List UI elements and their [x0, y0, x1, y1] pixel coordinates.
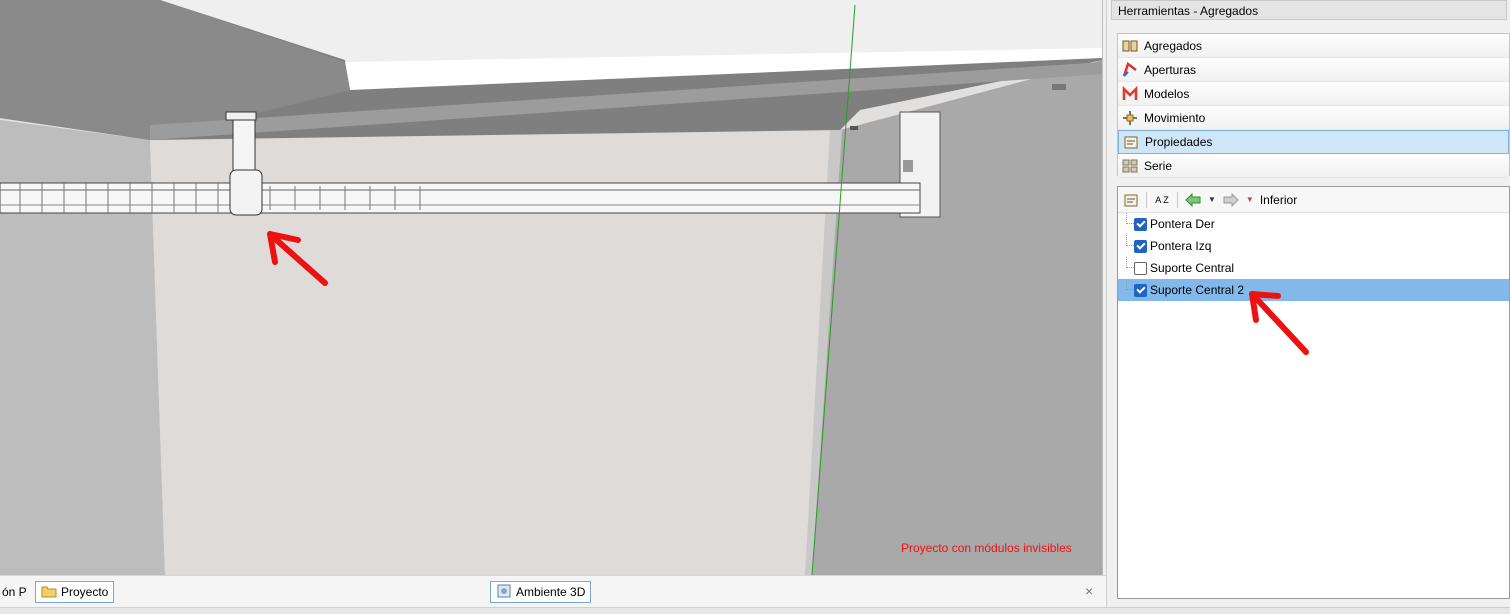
tree-connector	[1126, 213, 1134, 224]
tab-ambiente-label: Ambiente 3D	[516, 585, 586, 599]
tab-ambiente-3d[interactable]: Ambiente 3D	[490, 581, 592, 603]
modelos-icon	[1122, 85, 1138, 102]
tree-item-label: Suporte Central 2	[1150, 283, 1245, 297]
tool-aperturas-label: Aperturas	[1144, 62, 1197, 77]
toolbar-separator	[1146, 191, 1147, 208]
tree-item-label: Suporte Central	[1150, 261, 1235, 275]
status-strip	[0, 607, 1510, 614]
tree-item-label: Pontera Izq	[1150, 239, 1212, 253]
viewport-3d[interactable]: Proyecto con módulos invisibles	[0, 0, 1103, 575]
tool-agregados[interactable]: Agregados	[1118, 34, 1509, 58]
tool-propiedades-label: Propiedades	[1145, 135, 1213, 149]
tree-item-suporte-central-2[interactable]: Suporte Central 2	[1118, 279, 1509, 301]
tool-movimiento-label: Movimiento	[1144, 110, 1206, 125]
tree-connector	[1126, 279, 1134, 290]
serie-icon	[1122, 158, 1138, 174]
tool-modelos[interactable]: Modelos	[1118, 82, 1509, 106]
tree-item-pontera-izq[interactable]: Pontera Izq	[1118, 235, 1509, 257]
properties-toolbar: A Z ▼ ▼ Inferior	[1118, 187, 1509, 213]
panel-title: Herramientas - Agregados	[1111, 0, 1507, 20]
tool-serie-label: Serie	[1144, 158, 1173, 173]
propiedades-icon	[1123, 134, 1139, 150]
tool-modelos-label: Modelos	[1144, 86, 1190, 101]
sort-label: A Z	[1155, 194, 1169, 205]
location-label: Inferior	[1259, 192, 1298, 207]
tool-serie[interactable]: Serie	[1118, 154, 1509, 178]
properties-icon[interactable]	[1122, 191, 1140, 209]
forward-arrow-icon[interactable]	[1222, 191, 1240, 209]
tool-agregados-label: Agregados	[1144, 38, 1203, 53]
close-icon[interactable]: ×	[1085, 583, 1093, 599]
tree-connector	[1126, 235, 1134, 246]
tree-connector	[1126, 257, 1134, 268]
folder-icon	[41, 584, 57, 601]
suporte-central-2-checkbox[interactable]	[1134, 283, 1147, 297]
tools-list: Agregados Aperturas Modelos Movimiento P…	[1117, 33, 1510, 178]
movimiento-icon	[1122, 110, 1138, 126]
aperturas-icon	[1122, 61, 1138, 78]
properties-panel: A Z ▼ ▼ Inferior Pontera Der Pontera Izq…	[1117, 186, 1510, 599]
pontera-der-checkbox[interactable]	[1134, 217, 1147, 231]
tab-proyecto-label: Proyecto	[61, 585, 109, 599]
document-tab-bar: ón P Proyecto Ambiente 3D ×	[0, 575, 1106, 607]
agregados-icon	[1122, 38, 1138, 54]
tool-propiedades[interactable]: Propiedades	[1118, 130, 1509, 154]
tree-item-suporte-central[interactable]: Suporte Central	[1118, 257, 1509, 279]
tree-item-pontera-der[interactable]: Pontera Der	[1118, 213, 1509, 235]
suporte-central-checkbox[interactable]	[1134, 261, 1147, 275]
tree-item-label: Pontera Der	[1150, 217, 1215, 231]
tools-panel: Herramientas - Agregados Agregados Apert…	[1106, 0, 1510, 607]
forward-dropdown-icon[interactable]: ▼	[1246, 195, 1254, 204]
pontera-izq-checkbox[interactable]	[1134, 239, 1147, 253]
app-window: Proyecto con módulos invisibles ón P Pro…	[0, 0, 1510, 614]
tool-aperturas[interactable]: Aperturas	[1118, 58, 1509, 82]
back-dropdown-icon[interactable]: ▼	[1208, 195, 1216, 204]
tool-movimiento[interactable]: Movimiento	[1118, 106, 1509, 130]
tab-partial-label[interactable]: ón P	[2, 585, 27, 599]
back-arrow-icon[interactable]	[1184, 191, 1202, 209]
sort-az-icon[interactable]: A Z	[1153, 191, 1171, 209]
toolbar-separator	[1177, 191, 1178, 208]
tab-proyecto[interactable]: Proyecto	[35, 581, 115, 603]
ambiente-3d-icon	[496, 583, 512, 602]
scene-drawing	[0, 0, 1102, 575]
invisible-modules-note: Proyecto con módulos invisibles	[901, 541, 1072, 555]
